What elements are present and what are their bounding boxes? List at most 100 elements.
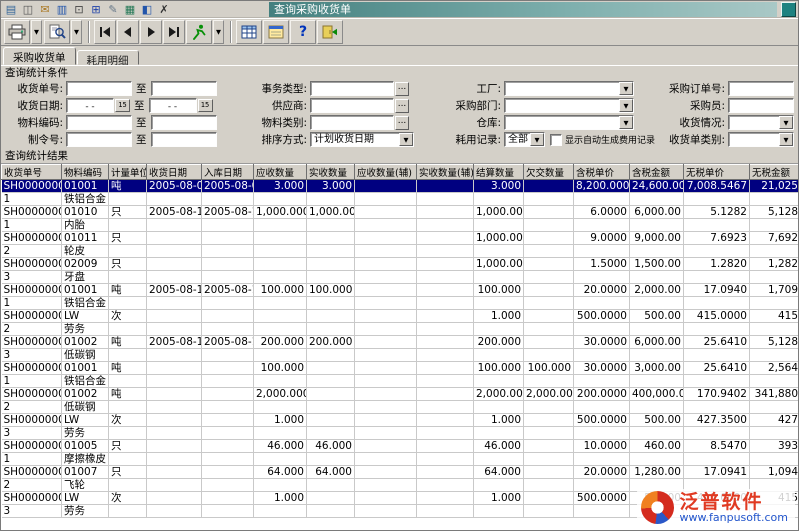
chevron-down-icon[interactable]: ▼: [779, 133, 793, 146]
cell[interactable]: 341,880: [750, 388, 799, 401]
cell[interactable]: 只: [109, 466, 147, 479]
factory-select[interactable]: ▼: [504, 81, 634, 96]
cell[interactable]: [147, 271, 202, 284]
cell[interactable]: LW: [62, 310, 109, 323]
receipt-no-from-input[interactable]: [66, 81, 132, 96]
cell[interactable]: [254, 323, 307, 336]
exit-button[interactable]: [317, 20, 343, 44]
cell[interactable]: [355, 479, 417, 492]
cell[interactable]: 500.0000: [574, 414, 630, 427]
cell[interactable]: [524, 336, 574, 349]
cell[interactable]: [630, 401, 684, 414]
cell[interactable]: 2: [2, 245, 62, 258]
column-header[interactable]: 物料编码: [62, 165, 109, 180]
cell[interactable]: [307, 479, 355, 492]
calendar-icon[interactable]: 15: [198, 99, 213, 112]
cell[interactable]: 427: [750, 414, 799, 427]
cell[interactable]: [524, 245, 574, 258]
receipt-row[interactable]: SH0000000601001吨100.000100.000100.00030.…: [2, 362, 799, 375]
cell[interactable]: [474, 297, 524, 310]
edit-icon[interactable]: ✎: [105, 2, 121, 17]
material-class-input[interactable]: [310, 115, 394, 130]
cell[interactable]: [147, 297, 202, 310]
material-name-row[interactable]: 2劳务: [2, 323, 799, 336]
cell[interactable]: 1,000.000: [474, 206, 524, 219]
chevron-down-icon[interactable]: ▼: [619, 82, 633, 95]
cell[interactable]: [574, 427, 630, 440]
cell[interactable]: 24,600.00: [630, 180, 684, 193]
cell[interactable]: [109, 219, 147, 232]
cell[interactable]: 46.000: [307, 440, 355, 453]
cell[interactable]: [684, 323, 750, 336]
supplier-picker-button[interactable]: ...: [395, 99, 409, 113]
cell[interactable]: 17.0941: [684, 466, 750, 479]
cell[interactable]: 500.00: [630, 310, 684, 323]
cell[interactable]: 01005: [62, 440, 109, 453]
help-button[interactable]: ?: [290, 20, 316, 44]
cell[interactable]: [202, 453, 254, 466]
cell[interactable]: 次: [109, 492, 147, 505]
cell[interactable]: [355, 453, 417, 466]
cell[interactable]: [630, 271, 684, 284]
cell[interactable]: [147, 453, 202, 466]
po-no-input[interactable]: [728, 81, 794, 96]
cell[interactable]: [355, 492, 417, 505]
column-header[interactable]: 实收数量(辅): [417, 165, 474, 180]
cell[interactable]: 1.2820: [684, 258, 750, 271]
cell[interactable]: [307, 388, 355, 401]
column-header[interactable]: 无税金额: [750, 165, 799, 180]
cell[interactable]: [109, 297, 147, 310]
cell[interactable]: [750, 401, 799, 414]
cell[interactable]: 6.0000: [574, 206, 630, 219]
material-name-row[interactable]: 1铁铝合金: [2, 193, 799, 206]
cell[interactable]: [307, 271, 355, 284]
cell[interactable]: [355, 440, 417, 453]
cell[interactable]: [202, 310, 254, 323]
cell[interactable]: [417, 440, 474, 453]
cell[interactable]: 7,692: [750, 232, 799, 245]
cell[interactable]: [574, 297, 630, 310]
material-name-row[interactable]: 3低碳钢: [2, 349, 799, 362]
cell[interactable]: [109, 323, 147, 336]
cell[interactable]: 200.000: [474, 336, 524, 349]
cell[interactable]: 200.000: [307, 336, 355, 349]
receipt-row[interactable]: SH0000000101001吨2005-08-092005-08-093.00…: [2, 180, 799, 193]
material-class-picker-button[interactable]: ...: [395, 116, 409, 130]
cell[interactable]: [147, 414, 202, 427]
nav-prev-button[interactable]: [117, 20, 139, 44]
cell[interactable]: [524, 453, 574, 466]
cell[interactable]: 6,000.00: [630, 206, 684, 219]
cell[interactable]: [109, 453, 147, 466]
cell[interactable]: 17.0940: [684, 284, 750, 297]
cell[interactable]: [524, 271, 574, 284]
cell[interactable]: 200.000: [254, 336, 307, 349]
print-button[interactable]: [4, 20, 30, 44]
cell[interactable]: 9.0000: [574, 232, 630, 245]
receipt-row[interactable]: SH0000000301011只1,000.0009.00009,000.007…: [2, 232, 799, 245]
cell[interactable]: [109, 479, 147, 492]
cell[interactable]: [474, 271, 524, 284]
cell[interactable]: [574, 219, 630, 232]
cell[interactable]: 393: [750, 440, 799, 453]
cell[interactable]: 铁铝合金: [62, 297, 109, 310]
cell[interactable]: SH00000003: [2, 232, 62, 245]
cell[interactable]: [630, 375, 684, 388]
cell[interactable]: [684, 297, 750, 310]
cell[interactable]: 25.6410: [684, 336, 750, 349]
cell[interactable]: [147, 219, 202, 232]
cell[interactable]: [202, 479, 254, 492]
cell[interactable]: [147, 323, 202, 336]
cell[interactable]: [417, 258, 474, 271]
cell[interactable]: [147, 505, 202, 518]
cell[interactable]: 只: [109, 232, 147, 245]
cell[interactable]: [524, 375, 574, 388]
cell[interactable]: [574, 401, 630, 414]
cell[interactable]: 2,000.000: [254, 388, 307, 401]
cell[interactable]: 64.000: [474, 466, 524, 479]
cell[interactable]: 2005-08-19: [147, 206, 202, 219]
cell[interactable]: [202, 492, 254, 505]
cell[interactable]: [750, 193, 799, 206]
material-name-row[interactable]: 1内胎: [2, 219, 799, 232]
supplier-input[interactable]: [310, 98, 394, 113]
cell[interactable]: 500.00: [630, 414, 684, 427]
